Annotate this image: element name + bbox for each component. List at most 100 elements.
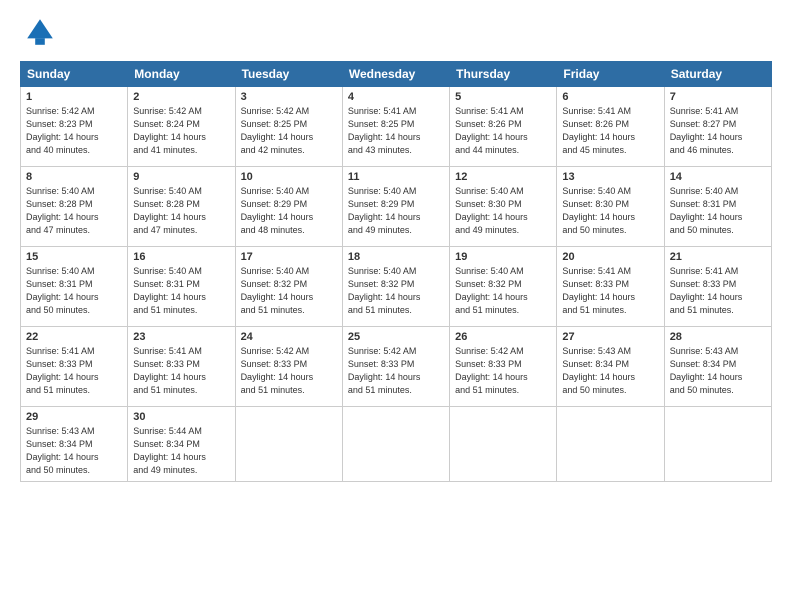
day-cell: 26Sunrise: 5:42 AM Sunset: 8:33 PM Dayli… — [450, 327, 557, 407]
day-cell: 5 Sunrise: 5:41 AM Sunset: 8:26 PM Daylig… — [450, 87, 557, 167]
day-number: 23 — [133, 331, 229, 343]
day-number: 11 — [348, 171, 444, 183]
day-cell: 7 Sunrise: 5:41 AM Sunset: 8:27 PM Daylig… — [664, 87, 771, 167]
day-info: Sunrise: 5:40 AM Sunset: 8:32 PM Dayligh… — [241, 265, 337, 317]
day-number: 30 — [133, 411, 229, 423]
day-number: 25 — [348, 331, 444, 343]
day-info: Sunrise: 5:41 AM Sunset: 8:33 PM Dayligh… — [562, 265, 658, 317]
day-number: 7 — [670, 91, 766, 103]
day-cell: 18 Sunrise: 5:40 AM Sunset: 8:32 PM Dayli… — [342, 247, 449, 327]
day-info: Sunrise: 5:44 AM Sunset: 8:34 PM Dayligh… — [133, 425, 229, 477]
day-number: 16 — [133, 251, 229, 263]
day-number: 20 — [562, 251, 658, 263]
day-number: 1 — [26, 91, 122, 103]
day-info: Sunrise: 5:42 AM Sunset: 8:25 PM Dayligh… — [241, 105, 337, 157]
day-cell: 11 Sunrise: 5:40 AM Sunset: 8:29 PM Dayli… — [342, 167, 449, 247]
day-cell — [235, 407, 342, 482]
day-cell: 20 Sunrise: 5:41 AM Sunset: 8:33 PM Dayli… — [557, 247, 664, 327]
day-cell: 21 Sunrise: 5:41 AM Sunset: 8:33 PM Dayli… — [664, 247, 771, 327]
day-cell: 12 Sunrise: 5:40 AM Sunset: 8:30 PM Dayli… — [450, 167, 557, 247]
day-cell: 6 Sunrise: 5:41 AM Sunset: 8:26 PM Daylig… — [557, 87, 664, 167]
day-cell: 14Sunrise: 5:40 AM Sunset: 8:31 PM Dayli… — [664, 167, 771, 247]
day-number: 12 — [455, 171, 551, 183]
day-cell: 27 Sunrise: 5:43 AM Sunset: 8:34 PM Dayli… — [557, 327, 664, 407]
day-number: 21 — [670, 251, 766, 263]
day-cell: 9 Sunrise: 5:40 AM Sunset: 8:28 PM Daylig… — [128, 167, 235, 247]
week-row-4: 22Sunrise: 5:41 AM Sunset: 8:33 PM Dayli… — [21, 327, 772, 407]
day-info: Sunrise: 5:41 AM Sunset: 8:27 PM Dayligh… — [670, 105, 766, 157]
day-number: 6 — [562, 91, 658, 103]
day-info: Sunrise: 5:40 AM Sunset: 8:32 PM Dayligh… — [455, 265, 551, 317]
day-cell: 29Sunrise: 5:43 AM Sunset: 8:34 PM Dayli… — [21, 407, 128, 482]
calendar: Sunday Monday Tuesday Wednesday Thursday… — [20, 61, 772, 482]
day-number: 24 — [241, 331, 337, 343]
day-info: Sunrise: 5:43 AM Sunset: 8:34 PM Dayligh… — [26, 425, 122, 477]
day-info: Sunrise: 5:40 AM Sunset: 8:29 PM Dayligh… — [348, 185, 444, 237]
day-number: 3 — [241, 91, 337, 103]
day-number: 10 — [241, 171, 337, 183]
day-info: Sunrise: 5:40 AM Sunset: 8:28 PM Dayligh… — [26, 185, 122, 237]
day-cell: 17 Sunrise: 5:40 AM Sunset: 8:32 PM Dayli… — [235, 247, 342, 327]
day-cell — [664, 407, 771, 482]
day-number: 17 — [241, 251, 337, 263]
week-row-1: 1 Sunrise: 5:42 AM Sunset: 8:23 PM Daylig… — [21, 87, 772, 167]
day-cell: 16 Sunrise: 5:40 AM Sunset: 8:31 PM Dayli… — [128, 247, 235, 327]
col-monday: Monday — [128, 62, 235, 87]
day-info: Sunrise: 5:42 AM Sunset: 8:33 PM Dayligh… — [348, 345, 444, 397]
day-number: 8 — [26, 171, 122, 183]
day-number: 15 — [26, 251, 122, 263]
day-info: Sunrise: 5:40 AM Sunset: 8:31 PM Dayligh… — [670, 185, 766, 237]
week-row-3: 15 Sunrise: 5:40 AM Sunset: 8:31 PM Dayli… — [21, 247, 772, 327]
col-saturday: Saturday — [664, 62, 771, 87]
day-number: 18 — [348, 251, 444, 263]
day-info: Sunrise: 5:42 AM Sunset: 8:33 PM Dayligh… — [241, 345, 337, 397]
day-info: Sunrise: 5:40 AM Sunset: 8:28 PM Dayligh… — [133, 185, 229, 237]
day-cell: 19 Sunrise: 5:40 AM Sunset: 8:32 PM Dayli… — [450, 247, 557, 327]
week-row-5: 29Sunrise: 5:43 AM Sunset: 8:34 PM Dayli… — [21, 407, 772, 482]
day-info: Sunrise: 5:40 AM Sunset: 8:31 PM Dayligh… — [133, 265, 229, 317]
day-cell: 30 Sunrise: 5:44 AM Sunset: 8:34 PM Dayli… — [128, 407, 235, 482]
day-number: 9 — [133, 171, 229, 183]
day-info: Sunrise: 5:42 AM Sunset: 8:23 PM Dayligh… — [26, 105, 122, 157]
logo-icon — [24, 16, 56, 48]
col-thursday: Thursday — [450, 62, 557, 87]
day-number: 19 — [455, 251, 551, 263]
day-cell: 24 Sunrise: 5:42 AM Sunset: 8:33 PM Dayli… — [235, 327, 342, 407]
day-cell: 10Sunrise: 5:40 AM Sunset: 8:29 PM Dayli… — [235, 167, 342, 247]
day-cell: 8 Sunrise: 5:40 AM Sunset: 8:28 PM Daylig… — [21, 167, 128, 247]
day-cell: 25 Sunrise: 5:42 AM Sunset: 8:33 PM Dayli… — [342, 327, 449, 407]
day-cell — [342, 407, 449, 482]
week-row-2: 8 Sunrise: 5:40 AM Sunset: 8:28 PM Daylig… — [21, 167, 772, 247]
day-cell — [450, 407, 557, 482]
day-info: Sunrise: 5:41 AM Sunset: 8:33 PM Dayligh… — [133, 345, 229, 397]
day-info: Sunrise: 5:40 AM Sunset: 8:32 PM Dayligh… — [348, 265, 444, 317]
day-info: Sunrise: 5:43 AM Sunset: 8:34 PM Dayligh… — [670, 345, 766, 397]
day-number: 13 — [562, 171, 658, 183]
col-friday: Friday — [557, 62, 664, 87]
day-info: Sunrise: 5:41 AM Sunset: 8:26 PM Dayligh… — [562, 105, 658, 157]
day-cell: 3 Sunrise: 5:42 AM Sunset: 8:25 PM Daylig… — [235, 87, 342, 167]
logo — [20, 16, 58, 53]
day-cell: 28 Sunrise: 5:43 AM Sunset: 8:34 PM Dayli… — [664, 327, 771, 407]
day-cell — [557, 407, 664, 482]
day-number: 5 — [455, 91, 551, 103]
day-number: 2 — [133, 91, 229, 103]
col-tuesday: Tuesday — [235, 62, 342, 87]
day-info: Sunrise: 5:41 AM Sunset: 8:26 PM Dayligh… — [455, 105, 551, 157]
day-info: Sunrise: 5:40 AM Sunset: 8:30 PM Dayligh… — [562, 185, 658, 237]
day-number: 27 — [562, 331, 658, 343]
day-cell: 15 Sunrise: 5:40 AM Sunset: 8:31 PM Dayli… — [21, 247, 128, 327]
page-header — [20, 16, 772, 53]
day-info: Sunrise: 5:41 AM Sunset: 8:33 PM Dayligh… — [26, 345, 122, 397]
day-info: Sunrise: 5:43 AM Sunset: 8:34 PM Dayligh… — [562, 345, 658, 397]
day-info: Sunrise: 5:41 AM Sunset: 8:33 PM Dayligh… — [670, 265, 766, 317]
day-info: Sunrise: 5:40 AM Sunset: 8:31 PM Dayligh… — [26, 265, 122, 317]
day-number: 4 — [348, 91, 444, 103]
col-wednesday: Wednesday — [342, 62, 449, 87]
day-cell: 13 Sunrise: 5:40 AM Sunset: 8:30 PM Dayli… — [557, 167, 664, 247]
day-info: Sunrise: 5:40 AM Sunset: 8:30 PM Dayligh… — [455, 185, 551, 237]
day-cell: 2Sunrise: 5:42 AM Sunset: 8:24 PM Daylig… — [128, 87, 235, 167]
day-cell: 22Sunrise: 5:41 AM Sunset: 8:33 PM Dayli… — [21, 327, 128, 407]
day-cell: 1 Sunrise: 5:42 AM Sunset: 8:23 PM Daylig… — [21, 87, 128, 167]
day-number: 28 — [670, 331, 766, 343]
